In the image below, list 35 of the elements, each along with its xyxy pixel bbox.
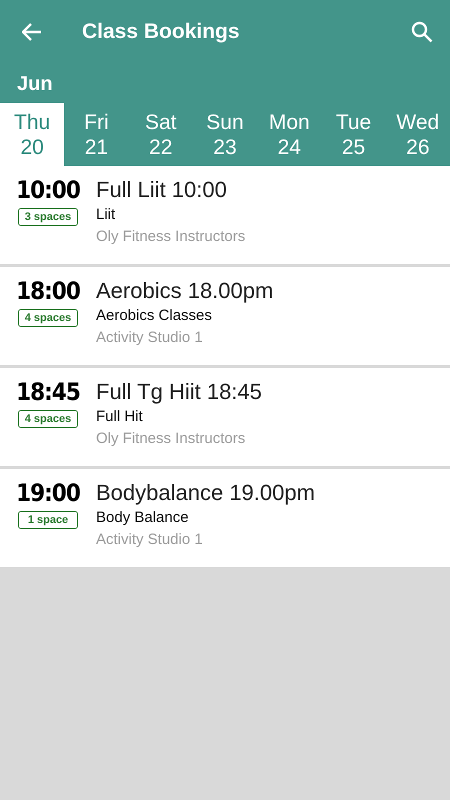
day-tab[interactable]: Sun 23: [192, 103, 258, 166]
class-location: Activity Studio 1: [96, 530, 204, 550]
spaces-badge: 3 spaces: [18, 208, 78, 226]
class-location: Activity Studio 1: [96, 328, 204, 348]
class-location: Oly Fitness Instructors: [96, 429, 246, 449]
class-time: 10:00: [16, 176, 80, 204]
day-tab[interactable]: Fri 21: [64, 103, 129, 166]
class-category: Aerobics Classes: [96, 306, 213, 326]
app-title: Class Bookings: [82, 19, 241, 46]
class-title: Full Liit 10:00: [96, 176, 228, 204]
spaces-badge: 4 spaces: [18, 410, 78, 428]
class-category: Full Hit: [96, 407, 144, 427]
class-card[interactable]: 18:00 4 spaces Aerobics 18.00pm Aerobics Classes Activity Studio 1: [0, 267, 450, 365]
class-category: Body Balance: [96, 508, 190, 528]
class-category: Liit: [96, 205, 116, 225]
day-tab[interactable]: Tue 25: [321, 103, 386, 166]
search-icon: [411, 21, 433, 43]
class-card[interactable]: 19:00 1 space Bodybalance 19.00pm Body Balance Activity Studio 1: [0, 469, 450, 567]
spaces-badge: 1 space: [18, 511, 78, 529]
day-tab[interactable]: Mon 24: [257, 103, 322, 166]
day-tab[interactable]: Sat 22: [128, 103, 193, 166]
class-time: 18:00: [16, 277, 80, 305]
class-title: Aerobics 18.00pm: [96, 277, 274, 305]
back-arrow-icon: [22, 23, 42, 41]
class-card[interactable]: 18:45 4 spaces Full Tg Hiit 18:45 Full Hit Oly Fitness Instructors: [0, 368, 450, 466]
spaces-badge: 4 spaces: [18, 309, 78, 327]
class-time: 19:00: [16, 479, 80, 507]
day-tab[interactable]: Wed 26: [386, 103, 450, 166]
class-title: Bodybalance 19.00pm: [96, 479, 315, 507]
class-location: Oly Fitness Instructors: [96, 227, 246, 247]
class-title: Full Tg Hiit 18:45: [96, 378, 262, 406]
month-label: Jun: [17, 72, 53, 96]
class-time: 18:45: [16, 378, 80, 406]
class-card[interactable]: 10:00 3 spaces Full Liit 10:00 Liit Oly Fitness Instructors: [0, 166, 450, 264]
day-tab[interactable]: Thu 20: [0, 103, 64, 166]
